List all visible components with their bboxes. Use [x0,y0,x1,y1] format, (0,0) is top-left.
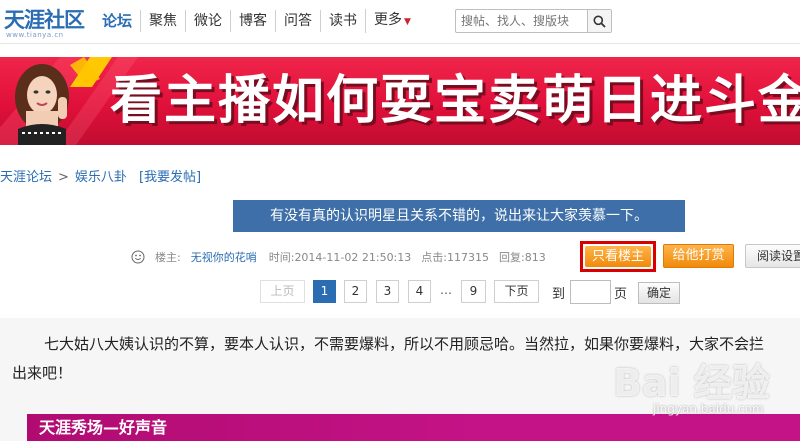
pager-confirm-button[interactable]: 确定 [638,282,680,304]
smiley-icon [131,250,145,264]
pager-page-last[interactable]: 9 [461,280,486,303]
search-box [455,9,612,33]
clicks-label: 点击: [421,251,447,264]
nav-more-label: 更多 [374,12,403,28]
time-label: 时间: [268,251,295,264]
author-link[interactable]: 无视你的花哨 [191,249,257,265]
pager-page-3[interactable]: 3 [376,280,399,303]
top-navbar: 天涯社区 www.tianya.cn 论坛 聚焦 微论 博客 问答 读书 更多 ▼ [0,0,800,44]
post-title: 有没有真的认识明星且关系不错的，说出来让大家羡慕一下。 [233,200,685,232]
breadcrumb-board-link[interactable]: 娱乐八卦 [75,166,127,185]
nav-item-forum[interactable]: 论坛 [102,10,140,32]
nav-item-qa[interactable]: 问答 [275,10,320,32]
pager-page-suffix: 页 [614,287,628,302]
pager-next-button[interactable]: 下页 [494,280,539,303]
landlord-only-label: 只看楼主 [585,246,651,267]
breadcrumb-separator: > [58,170,69,185]
pager-goto-input[interactable] [570,280,611,304]
landlord-only-button[interactable]: 只看楼主 [580,241,656,272]
tianya-logo[interactable]: 天涯社区 www.tianya.cn [4,4,90,40]
pager-goto-label: 到 [552,287,566,302]
pager-prev-button[interactable]: 上页 [260,280,305,303]
pager-page-2[interactable]: 2 [344,280,367,303]
post-body-line-2: 出来吧！ [12,364,73,382]
search-input[interactable] [456,10,588,32]
nav-item-focus[interactable]: 聚焦 [140,10,185,32]
breadcrumb-home-link[interactable]: 天涯论坛 [0,166,52,185]
post-body: 七大姑八大姨认识的不算，要本人认识，不需要爆料，所以不用顾忌哈。当然拉，如果你要… [12,330,800,388]
pager-page-1[interactable]: 1 [313,280,336,303]
main-nav: 论坛 聚焦 微论 博客 问答 读书 更多 ▼ [102,9,419,33]
logo-text: 天涯社区 [4,7,85,32]
chevron-down-icon: ▼ [404,17,411,27]
author-label: 楼主: [155,251,181,264]
search-icon [593,15,606,28]
nav-item-weilun[interactable]: 微论 [185,10,230,32]
reward-button[interactable]: 给他打赏 [663,244,734,268]
nav-item-blog[interactable]: 博客 [230,10,275,32]
clicks-count: 117315 [446,250,489,264]
replies-label: 回复: [498,251,525,264]
pager-ellipsis: … [436,280,456,303]
banner-girl-image [15,64,69,145]
promo-strip[interactable]: 天涯秀场—好声音 [27,414,800,441]
post-time: 2014-11-02 21:50:13 [294,250,412,264]
pager-page-4[interactable]: 4 [408,280,431,303]
post-body-line-1: 七大姑八大姨认识的不算，要本人认识，不需要爆料，所以不用顾忌哈。当然拉，如果你要… [44,335,765,353]
read-settings-button[interactable]: 阅读设置 [745,244,800,268]
banner-headline: 看主播如何耍宝卖萌日进斗金 [110,71,800,131]
nav-item-reading[interactable]: 读书 [320,10,365,32]
promo-banner[interactable]: 看主播如何耍宝卖萌日进斗金 [0,57,800,145]
new-post-link[interactable]: [我要发帖] [139,166,201,185]
breadcrumb: 天涯论坛 > 娱乐八卦 [我要发帖] [0,166,201,185]
replies-count: 813 [524,250,546,264]
nav-item-more[interactable]: 更多 ▼ [365,9,419,33]
search-button[interactable] [587,10,611,32]
post-meta: 楼主: 无视你的花哨 时间: 2014-11-02 21:50:13 点击: 1… [131,249,556,265]
logo-url: www.tianya.cn [6,31,64,39]
